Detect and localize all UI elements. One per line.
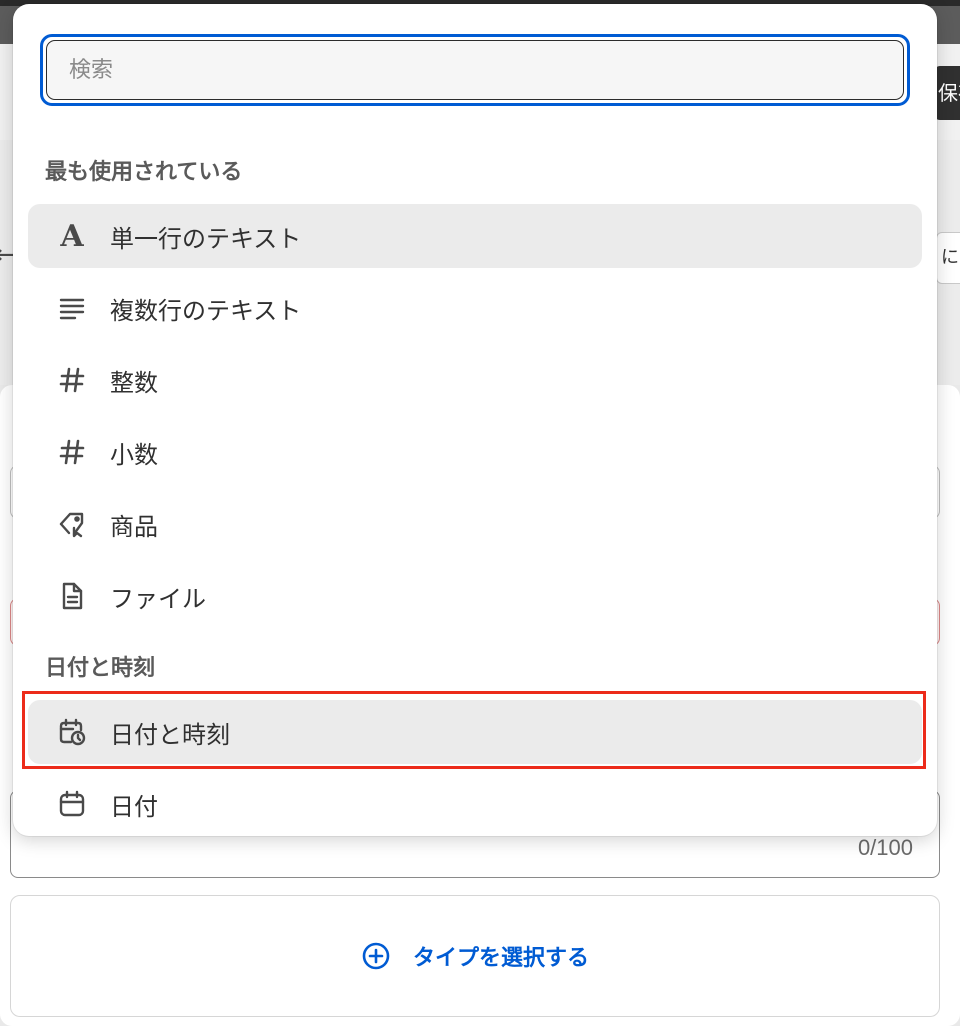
option-date-time[interactable]: 日付と時刻 bbox=[28, 700, 922, 764]
search-input[interactable] bbox=[46, 40, 904, 100]
section-title-most-used: 最も使用されている bbox=[45, 160, 243, 185]
product-tag-icon bbox=[56, 508, 88, 540]
hash-icon bbox=[56, 364, 88, 396]
option-label: 単一行のテキスト bbox=[110, 224, 302, 253]
save-button[interactable]: 保存 bbox=[934, 66, 960, 120]
option-label: 商品 bbox=[110, 512, 158, 541]
option-integer[interactable]: 整数 bbox=[28, 348, 922, 412]
option-label: 日付と時刻 bbox=[110, 720, 230, 749]
option-date[interactable]: 日付 bbox=[28, 772, 922, 836]
select-type-label: タイプを選択する bbox=[412, 946, 589, 971]
type-picker-popover: 最も使用されている A 単一行のテキスト 複数行のテキスト 整数 小数 bbox=[13, 4, 937, 836]
option-product[interactable]: 商品 bbox=[28, 492, 922, 556]
text-a-icon: A bbox=[60, 218, 84, 254]
file-icon bbox=[56, 580, 88, 612]
hash-icon bbox=[56, 436, 88, 468]
option-multi-line-text[interactable]: 複数行のテキスト bbox=[28, 276, 922, 340]
option-decimal[interactable]: 小数 bbox=[28, 420, 922, 484]
calendar-clock-icon bbox=[56, 716, 88, 748]
calendar-icon bbox=[56, 788, 88, 820]
select-type-button[interactable]: タイプを選択する bbox=[10, 895, 940, 1017]
text-lines-icon bbox=[56, 292, 88, 324]
background-input[interactable]: に bbox=[936, 232, 960, 284]
option-label: 整数 bbox=[110, 368, 158, 397]
option-label: 日付 bbox=[110, 792, 158, 821]
option-label: ファイル bbox=[110, 584, 206, 613]
search-focus-ring bbox=[40, 34, 910, 106]
section-title-date-time: 日付と時刻 bbox=[45, 656, 156, 681]
character-counter: 0/100 bbox=[857, 835, 913, 860]
plus-circle-icon bbox=[362, 942, 390, 970]
option-single-line-text[interactable]: A 単一行のテキスト bbox=[28, 204, 922, 268]
option-file[interactable]: ファイル bbox=[28, 564, 922, 628]
option-label: 小数 bbox=[110, 440, 158, 469]
option-label: 複数行のテキスト bbox=[110, 296, 302, 325]
